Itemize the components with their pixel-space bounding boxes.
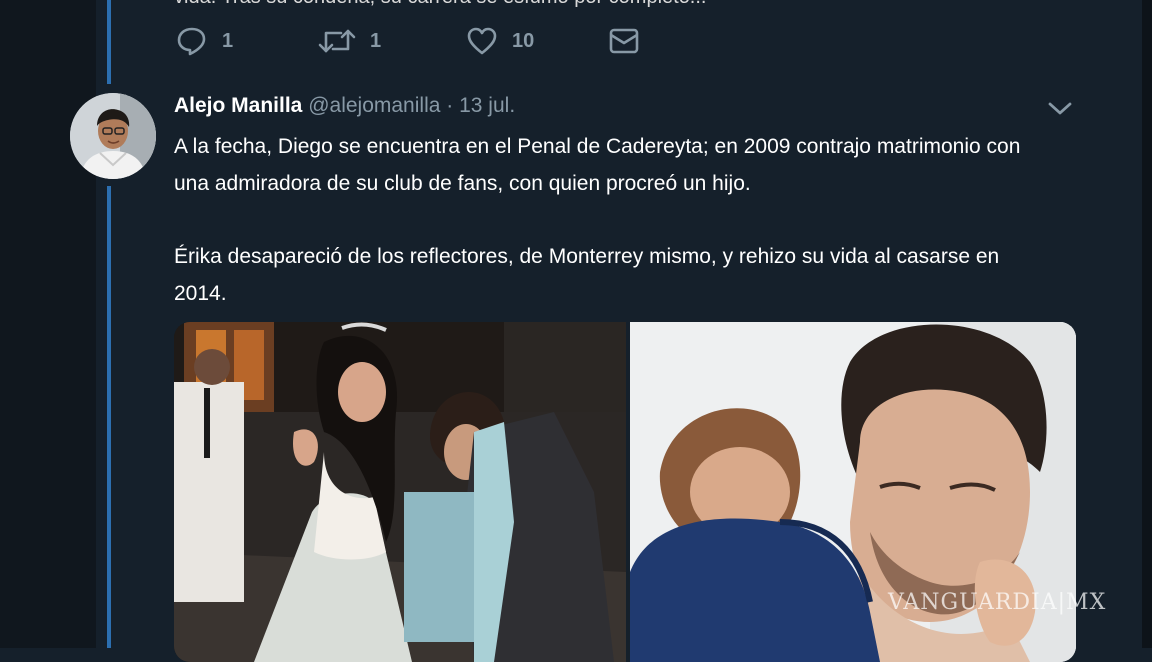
retweet-icon [318,26,356,56]
thread-connector-line [107,0,111,84]
author-display-name[interactable]: Alejo Manilla [174,94,302,117]
avatar[interactable] [70,93,156,179]
header-separator: · [446,94,454,117]
heart-icon [466,26,498,56]
like-button[interactable]: 10 [466,26,534,56]
tweet-paragraph-1: A la fecha, Diego se encuentra en el Pen… [174,135,1021,195]
reply-button[interactable]: 1 [176,26,233,56]
tweet-paragraph-2: Érika desapareció de los reflectores, de… [174,245,1000,305]
reply-count: 1 [222,29,234,52]
left-margin [0,0,96,648]
envelope-icon [608,26,640,56]
retweet-button[interactable]: 1 [318,26,381,56]
tweet-header: Alejo Manilla @alejomanilla · 13 jul. [174,94,515,118]
scrollbar-track[interactable] [1142,0,1152,648]
like-count: 10 [512,29,535,52]
author-handle[interactable]: @alejomanilla [308,94,440,117]
chevron-down-icon [1046,102,1074,124]
reply-icon [176,26,208,56]
tweet-text: A la fecha, Diego se encuentra en el Pen… [174,128,1054,312]
retweet-count: 1 [370,29,382,52]
wedding-photo[interactable] [174,322,626,662]
direct-message-button[interactable] [608,26,640,56]
watermark-logo: VANGUARDIA|MX [888,590,1107,615]
thread-connector-line-lower [107,186,111,648]
tweet-date[interactable]: 13 jul. [459,94,515,117]
previous-tweet-text: vida. Tras su condena, su carrera se esf… [174,0,706,9]
tweet-menu-button[interactable] [1046,96,1074,120]
